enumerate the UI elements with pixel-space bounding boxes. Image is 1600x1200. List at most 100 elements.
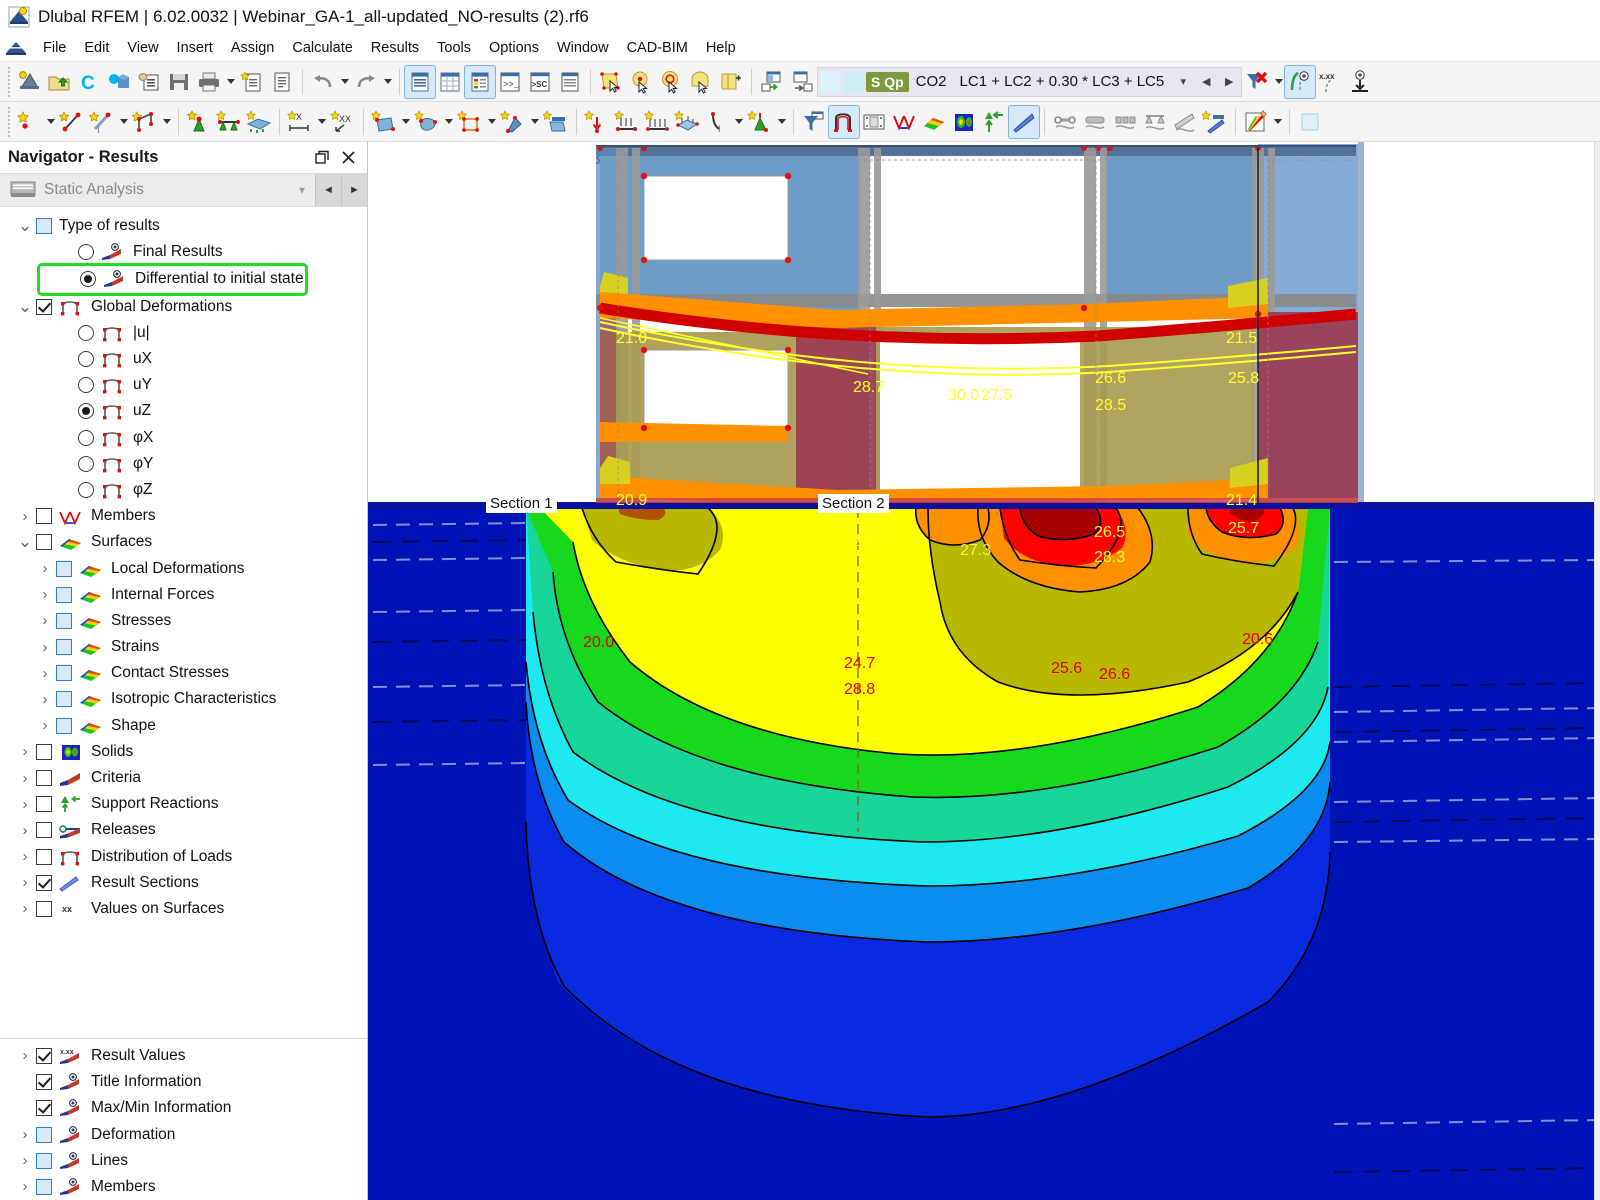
radio-uy[interactable] xyxy=(78,377,94,394)
lc-prev-button[interactable]: ◀ xyxy=(1196,68,1216,96)
animate-icon[interactable] xyxy=(859,106,889,138)
radio-final-results[interactable] xyxy=(78,244,94,261)
export-icon[interactable] xyxy=(787,66,817,98)
chevron-right-icon[interactable]: › xyxy=(34,560,56,577)
new-nodal-support-icon[interactable] xyxy=(184,106,214,138)
new-surface-support-icon[interactable] xyxy=(244,106,274,138)
new-surface-caret[interactable] xyxy=(399,106,412,138)
checkbox-members[interactable] xyxy=(36,508,52,525)
result-section-icon[interactable] xyxy=(1008,104,1040,139)
undo-dropdown-caret[interactable] xyxy=(338,66,351,98)
checkbox-solids[interactable] xyxy=(36,743,52,760)
restore-panel-icon[interactable] xyxy=(309,145,335,169)
checkbox-result-sections[interactable] xyxy=(36,874,52,891)
checkbox-deformation[interactable] xyxy=(36,1126,52,1143)
chevron-right-icon[interactable]: › xyxy=(34,691,56,708)
menu-options[interactable]: Options xyxy=(480,37,548,59)
menu-tools[interactable]: Tools xyxy=(428,37,480,59)
radio-uz[interactable] xyxy=(78,403,94,420)
new-dimension-x-icon[interactable]: X xyxy=(285,106,315,138)
member-hinge-icon[interactable] xyxy=(1050,106,1080,138)
checkbox-title-information[interactable] xyxy=(36,1074,52,1091)
print-icon[interactable] xyxy=(194,66,224,98)
checkbox-values-on-surfaces[interactable] xyxy=(36,900,52,917)
new-surface-icon[interactable] xyxy=(369,106,399,138)
new-member-icon[interactable] xyxy=(498,106,528,138)
toolbar2-grip[interactable] xyxy=(6,106,12,137)
radio-phix[interactable] xyxy=(78,429,94,446)
tree-item-phix[interactable]: ›φX xyxy=(0,425,367,451)
chevron-down-icon[interactable]: ⌄ xyxy=(14,217,36,234)
new-layer-icon[interactable] xyxy=(541,106,571,138)
chevron-down-icon[interactable]: ⌄ xyxy=(14,298,36,315)
checkbox-contact-stresses[interactable] xyxy=(56,665,72,682)
surface-results-icon[interactable] xyxy=(919,106,949,138)
new-free-load-icon[interactable]: I xyxy=(702,106,732,138)
checkbox-surfaces[interactable] xyxy=(36,534,52,551)
new-solid-icon[interactable] xyxy=(412,106,442,138)
navigator-tree-display-options[interactable]: ›x.xxResult Values›Title Information›Max… xyxy=(0,1037,367,1200)
new-member-caret[interactable] xyxy=(528,106,541,138)
chevron-right-icon[interactable]: › xyxy=(14,822,36,839)
show-deformed-shape-icon[interactable] xyxy=(828,104,860,139)
tree-item-phiz[interactable]: ›φZ xyxy=(0,477,367,503)
checkbox-result-values[interactable] xyxy=(36,1047,52,1064)
new-line-dimension-icon[interactable]: I xyxy=(87,106,117,138)
chevron-right-icon[interactable]: › xyxy=(34,717,56,734)
tree-item-phiy[interactable]: ›φY xyxy=(0,451,367,477)
tree-item-result-values[interactable]: › x.xx Result Values xyxy=(0,1043,367,1069)
checkbox-internal-forces[interactable] xyxy=(56,586,72,603)
checkbox-local-deformations[interactable] xyxy=(56,560,72,577)
menu-view[interactable]: View xyxy=(118,37,167,59)
color-scale-edit-icon[interactable] xyxy=(1241,106,1271,138)
menu-insert[interactable]: Insert xyxy=(168,37,222,59)
menu-calculate[interactable]: Calculate xyxy=(283,37,361,59)
tree-item-final-results[interactable]: ›Final Results xyxy=(0,239,367,265)
checkbox-lines[interactable] xyxy=(36,1152,52,1169)
results-panel-icon[interactable] xyxy=(464,64,496,99)
tree-item-differential-to-initial-state[interactable]: ›Differential to initial state xyxy=(40,266,305,292)
import-icon[interactable] xyxy=(757,66,787,98)
show-result-values-icon[interactable]: x.xx xyxy=(1315,66,1345,98)
tree-item-max-min-information[interactable]: ›Max/Min Information xyxy=(0,1095,367,1121)
filter-results-icon[interactable] xyxy=(799,106,829,138)
checkbox-support-reactions[interactable] xyxy=(36,796,52,813)
data-panel-icon[interactable] xyxy=(555,66,585,98)
tree-item-type-of-results[interactable]: ⌄ Type of results xyxy=(0,213,367,239)
new-dimension-x-caret[interactable] xyxy=(315,106,328,138)
menu-bar[interactable]: File Edit View Insert Assign Calculate R… xyxy=(0,34,1600,62)
panel-extra-icon[interactable] xyxy=(1295,106,1325,138)
new-line-load-icon[interactable] xyxy=(642,106,672,138)
new-line-dimension-caret[interactable] xyxy=(117,106,130,138)
new-member-load-icon[interactable] xyxy=(612,106,642,138)
member-support-icon[interactable] xyxy=(1140,106,1170,138)
checkbox-max-min-information[interactable] xyxy=(36,1100,52,1117)
section-1-label[interactable]: Section 1 xyxy=(486,494,557,513)
checkbox-distribution-of-loads[interactable] xyxy=(36,848,52,865)
tree-item-members[interactable]: › Members xyxy=(0,503,367,529)
color-scale-caret[interactable] xyxy=(1271,106,1284,138)
save-icon[interactable] xyxy=(164,66,194,98)
analysis-next-button[interactable]: ► xyxy=(341,174,367,206)
load-combination-selector[interactable]: S Qp CO2 LC1 + LC2 + 0.30 * LC3 + LC5 ▾ … xyxy=(817,66,1243,97)
menu-assign[interactable]: Assign xyxy=(222,37,284,59)
new-opening-icon[interactable] xyxy=(455,106,485,138)
menu-help[interactable]: Help xyxy=(697,37,745,59)
checkbox-shape[interactable] xyxy=(56,717,72,734)
chevron-right-icon[interactable]: › xyxy=(34,586,56,603)
tree-item-u-abs[interactable]: ›|u| xyxy=(0,320,367,346)
tree-item-isotropic-characteristics[interactable]: › Isotropic Characteristics xyxy=(0,686,367,712)
report-icon[interactable] xyxy=(267,66,297,98)
tree-item-solids[interactable]: › Solids xyxy=(0,739,367,765)
section-2-label[interactable]: Section 2 xyxy=(818,494,889,513)
new-line-icon[interactable] xyxy=(57,106,87,138)
checkbox-stresses[interactable] xyxy=(56,612,72,629)
menu-window[interactable]: Window xyxy=(548,37,618,59)
chevron-right-icon[interactable]: › xyxy=(14,770,36,787)
select-objects-icon[interactable] xyxy=(596,66,626,98)
radio-differential-to-initial-state[interactable] xyxy=(80,271,96,288)
lc-next-button[interactable]: ▶ xyxy=(1219,68,1239,96)
new-dimension-xx-icon[interactable]: XX xyxy=(328,106,358,138)
tree-item-strains[interactable]: › Strains xyxy=(0,634,367,660)
redo-icon[interactable] xyxy=(351,66,381,98)
